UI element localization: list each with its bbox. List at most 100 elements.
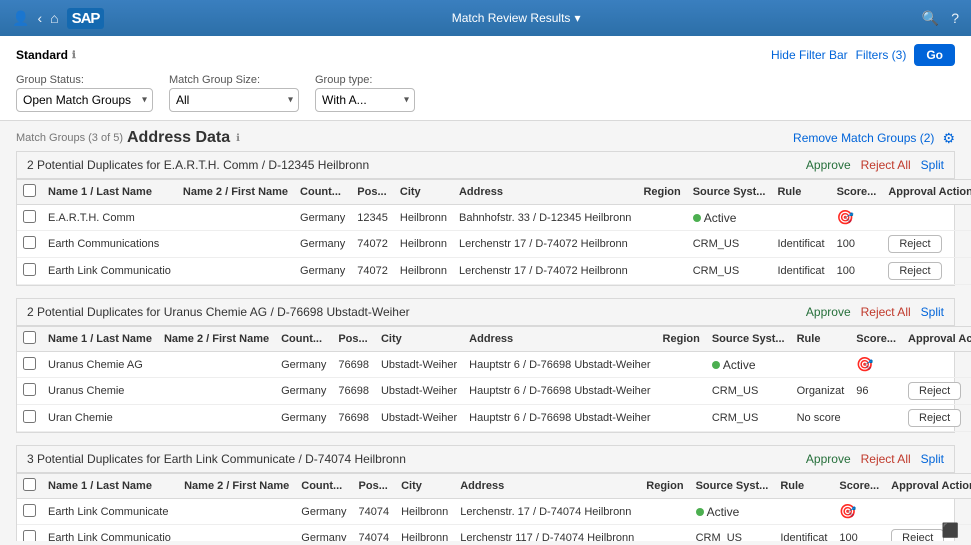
reject-button[interactable]: Reject <box>888 262 941 280</box>
group1-select-all[interactable] <box>23 184 36 197</box>
col-pos: Pos... <box>332 327 375 352</box>
row-action <box>902 352 971 378</box>
row-country: Germany <box>295 525 352 542</box>
row-country: Germany <box>275 378 332 405</box>
row-action: Reject <box>902 405 971 432</box>
row-score: 🎯 <box>850 352 902 378</box>
row-rule <box>771 205 830 231</box>
row-checkbox[interactable] <box>23 530 36 541</box>
group1-split-btn[interactable]: Split <box>921 158 944 172</box>
reject-button[interactable]: Reject <box>888 235 941 253</box>
row-score: 100 <box>831 231 883 258</box>
table-row: Uranus Chemie Germany 76698 Ubstadt-Weih… <box>17 378 971 405</box>
row-address: Lerchenstr 17 / D-74072 Heilbronn <box>453 258 637 285</box>
col-city: City <box>375 327 463 352</box>
group2-split-btn[interactable]: Split <box>921 305 944 319</box>
group2-approve-btn[interactable]: Approve <box>806 305 851 319</box>
help-icon[interactable]: ? <box>951 10 959 27</box>
col-score: Score... <box>850 327 902 352</box>
row-city: Heilbronn <box>394 205 453 231</box>
active-dot <box>712 361 720 369</box>
row-name1: Uranus Chemie <box>42 378 158 405</box>
row-checkbox[interactable] <box>23 210 36 223</box>
address-data-title: Address Data <box>127 129 230 147</box>
row-pos: 74074 <box>353 499 396 525</box>
row-region <box>657 378 706 405</box>
table-row: Uran Chemie Germany 76698 Ubstadt-Weiher… <box>17 405 971 432</box>
row-address: Hauptstr 6 / D-76698 Ubstadt-Weiher <box>463 352 656 378</box>
row-name2 <box>178 499 295 525</box>
info-icon: ℹ <box>72 50 76 61</box>
col-country: Count... <box>294 180 351 205</box>
group-status-select[interactable]: Open Match Groups <box>16 88 153 112</box>
group3-select-all[interactable] <box>23 478 36 491</box>
reject-button[interactable]: Reject <box>891 529 944 541</box>
group1-approve-btn[interactable]: Approve <box>806 158 851 172</box>
search-icon[interactable]: 🔍 <box>922 10 939 27</box>
export-icon[interactable]: ⬛ <box>942 522 959 539</box>
group3-split-btn[interactable]: Split <box>921 452 944 466</box>
group1-reject-all-btn[interactable]: Reject All <box>861 158 911 172</box>
col-name2: Name 2 / First Name <box>158 327 275 352</box>
row-checkbox[interactable] <box>23 236 36 249</box>
table-row: Uranus Chemie AG Germany 76698 Ubstadt-W… <box>17 352 971 378</box>
row-checkbox[interactable] <box>23 263 36 276</box>
back-icon[interactable]: ‹ <box>37 10 42 27</box>
col-address: Address <box>463 327 656 352</box>
col-pos: Pos... <box>351 180 394 205</box>
row-rule <box>791 352 851 378</box>
go-button[interactable]: Go <box>914 44 955 66</box>
sap-logo: SAP <box>72 10 100 27</box>
row-region <box>657 405 706 432</box>
row-source: Active <box>687 205 772 231</box>
group-type-select[interactable]: With A... <box>315 88 415 112</box>
row-checkbox[interactable] <box>23 383 36 396</box>
row-pos: 74072 <box>351 258 394 285</box>
row-source: Active <box>706 352 791 378</box>
remove-match-groups-link[interactable]: Remove Match Groups (2) <box>793 131 934 145</box>
reject-button[interactable]: Reject <box>908 382 961 400</box>
settings-icon[interactable]: ⚙ <box>942 130 955 147</box>
row-name2 <box>158 378 275 405</box>
row-city: Heilbronn <box>394 231 453 258</box>
table-row: Earth Communications Germany 74072 Heilb… <box>17 231 971 258</box>
group2-reject-all-btn[interactable]: Reject All <box>861 305 911 319</box>
row-rule <box>774 499 833 525</box>
active-dot <box>693 214 701 222</box>
row-country: Germany <box>294 258 351 285</box>
row-rule: Identificat <box>771 231 830 258</box>
row-address: Lerchenstr 17 / D-74072 Heilbronn <box>453 231 637 258</box>
col-rule: Rule <box>791 327 851 352</box>
group1-header-title: 2 Potential Duplicates for E.A.R.T.H. Co… <box>27 158 369 172</box>
row-checkbox[interactable] <box>23 410 36 423</box>
row-pos: 76698 <box>332 352 375 378</box>
row-address: Hauptstr 6 / D-76698 Ubstadt-Weiher <box>463 378 656 405</box>
col-country: Count... <box>295 474 352 499</box>
group3-approve-btn[interactable]: Approve <box>806 452 851 466</box>
row-source: Active <box>690 499 775 525</box>
filter-bar-title: Standard ℹ <box>16 48 76 62</box>
row-city: Heilbronn <box>394 258 453 285</box>
row-rule: No score <box>791 405 851 432</box>
row-region <box>640 525 689 542</box>
col-name1: Name 1 / Last Name <box>42 327 158 352</box>
col-country: Count... <box>275 327 332 352</box>
home-icon[interactable]: ⌂ <box>50 10 58 27</box>
group3-reject-all-btn[interactable]: Reject All <box>861 452 911 466</box>
group2-header-title: 2 Potential Duplicates for Uranus Chemie… <box>27 305 410 319</box>
row-country: Germany <box>295 499 352 525</box>
row-checkbox[interactable] <box>23 357 36 370</box>
row-name1: Earth Link Communicatio <box>42 525 178 542</box>
filters-link[interactable]: Filters (3) <box>856 48 907 62</box>
col-city: City <box>394 180 453 205</box>
target-icon: 🎯 <box>856 356 873 372</box>
hide-filter-bar-link[interactable]: Hide Filter Bar <box>771 48 848 62</box>
target-icon: 🎯 <box>837 209 854 225</box>
row-checkbox[interactable] <box>23 504 36 517</box>
match-group-size-select[interactable]: All <box>169 88 299 112</box>
person-icon[interactable]: 👤 <box>12 10 29 27</box>
reject-button[interactable]: Reject <box>908 409 961 427</box>
match-group-size-label: Match Group Size: <box>169 74 299 86</box>
group2-select-all[interactable] <box>23 331 36 344</box>
col-name2: Name 2 / First Name <box>177 180 294 205</box>
